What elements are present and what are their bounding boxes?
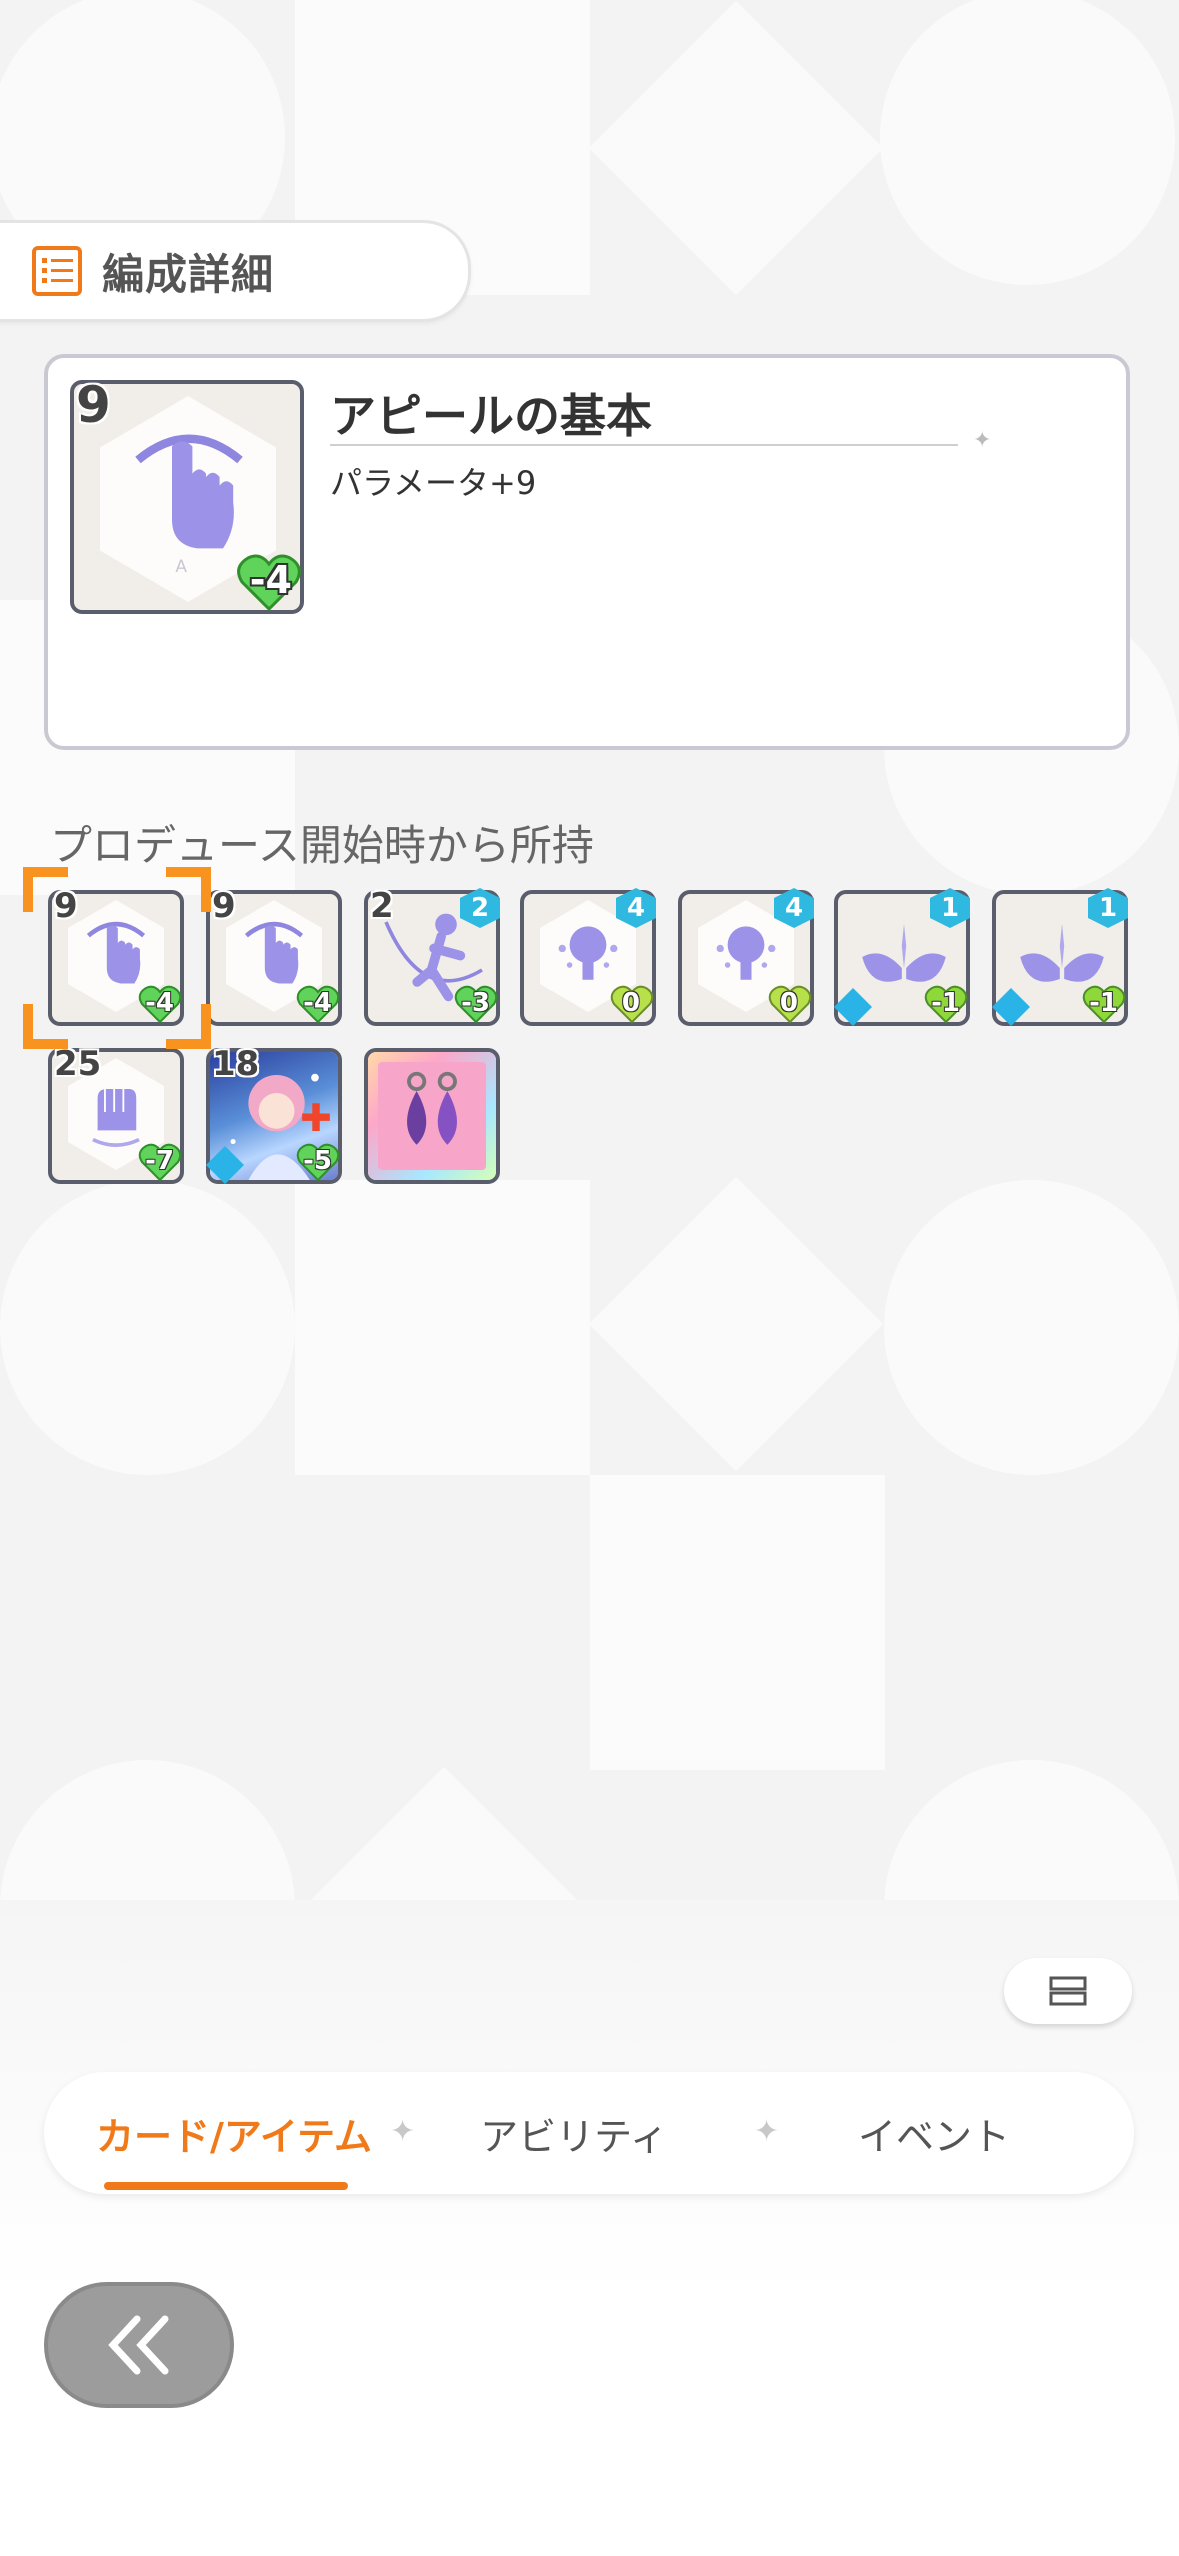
double-chevron-left-icon	[108, 2315, 169, 2375]
plus-icon: ✚	[300, 1096, 332, 1140]
stamina-value: -1	[1089, 988, 1118, 1018]
stamina-value: -4	[303, 988, 332, 1018]
earring-icon	[407, 1071, 457, 1145]
layout-icon	[1049, 1976, 1087, 2006]
page-title: 編成詳細	[102, 249, 275, 299]
section-label: プロデュース開始時から所持	[50, 821, 594, 870]
sparkle-icon: ✦	[390, 2114, 416, 2149]
header-tab: 編成詳細	[0, 220, 471, 322]
stamina-value: -1	[931, 988, 960, 1018]
stamina-value: -3	[461, 988, 490, 1018]
card-detail-panel: A 9 -4 アピールの基本 ✦ パラメータ+9	[44, 354, 1130, 750]
stamina-value: -4	[249, 558, 292, 602]
sparkle-icon: ✦	[973, 428, 992, 453]
selection-frame	[23, 867, 211, 1049]
svg-text:A: A	[175, 557, 187, 577]
card-idea-1[interactable]: 4 0	[520, 888, 656, 1026]
card-dance[interactable]: 2 2 -3	[364, 886, 500, 1026]
detail-card-image: A 9 -4	[70, 376, 304, 614]
active-tab-indicator	[104, 2182, 348, 2190]
card-wings-1[interactable]: 1 -1	[834, 888, 970, 1026]
stamina-value: -5	[303, 1146, 332, 1176]
tab-cards-items[interactable]: カード/アイテム	[74, 2072, 394, 2194]
card-wings-2[interactable]: 1 -1	[992, 888, 1128, 1026]
card-cost: 25	[54, 1044, 102, 1084]
card-cost: 18	[212, 1044, 260, 1084]
stamina-value: -7	[145, 1146, 174, 1176]
card-cost: 9	[76, 376, 111, 434]
tab-ability[interactable]: アビリティ	[414, 2072, 734, 2194]
card-description: パラメータ+9	[330, 464, 537, 502]
card-appeal-basic-2[interactable]: 9 -4	[206, 886, 342, 1026]
card-cost: 2	[370, 886, 394, 926]
view-toggle-button[interactable]	[1004, 1958, 1132, 2024]
tab-event[interactable]: イベント	[774, 2072, 1094, 2194]
card-name: アピールの基本	[330, 389, 652, 443]
divider	[330, 444, 958, 446]
card-cost: 9	[212, 886, 236, 926]
back-button[interactable]	[44, 2282, 234, 2408]
stamina-value: 0	[621, 988, 640, 1018]
card-idol[interactable]: 18 ✚ -5	[206, 1044, 342, 1184]
item-earrings[interactable]	[364, 1048, 500, 1184]
bottom-tab-bar: カード/アイテム ✦ アビリティ ✦ イベント	[44, 2072, 1134, 2194]
stamina-value: 0	[779, 988, 798, 1018]
list-icon	[32, 246, 82, 296]
card-fist[interactable]: 25 -7	[48, 1044, 184, 1184]
card-idea-2[interactable]: 4 0	[678, 888, 814, 1026]
